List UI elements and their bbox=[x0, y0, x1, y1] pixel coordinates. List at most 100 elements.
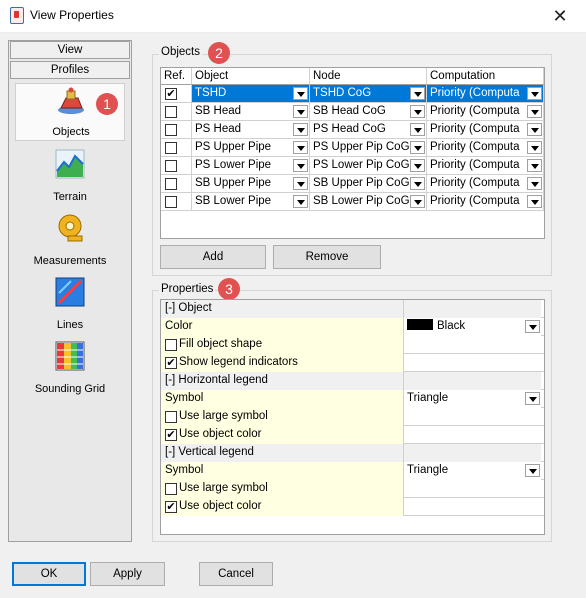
property-checkbox[interactable] bbox=[165, 339, 177, 351]
object-row[interactable]: SB Lower Pipe SB Lower Pip CoG Priority (C… bbox=[161, 193, 544, 211]
objects-group-legend: Objects bbox=[159, 46, 202, 58]
category-lines[interactable]: Lines bbox=[15, 275, 125, 333]
chevron-down-icon[interactable] bbox=[410, 177, 425, 190]
add-button[interactable]: Add bbox=[160, 245, 266, 269]
chevron-down-icon[interactable] bbox=[527, 141, 542, 154]
property-row[interactable]: Use large symbol bbox=[161, 408, 544, 426]
col-header-computation[interactable]: Computation bbox=[427, 68, 544, 85]
computation-cell[interactable]: Priority (Computa bbox=[427, 193, 544, 211]
object-cell[interactable]: SB Upper Pipe bbox=[192, 175, 310, 193]
ref-checkbox[interactable] bbox=[165, 196, 177, 208]
chevron-down-icon[interactable] bbox=[527, 177, 542, 190]
property-checkbox[interactable] bbox=[165, 483, 177, 495]
object-cell[interactable]: PS Lower Pipe bbox=[192, 157, 310, 175]
chevron-down-icon[interactable] bbox=[527, 123, 542, 136]
property-row[interactable]: ✔ Use object color bbox=[161, 426, 544, 444]
property-row[interactable]: Fill object shape bbox=[161, 336, 544, 354]
chevron-down-icon[interactable] bbox=[410, 141, 425, 154]
object-row[interactable]: ✔ TSHD TSHD CoG Priority (Computa bbox=[161, 85, 544, 103]
property-row[interactable]: Use large symbol bbox=[161, 480, 544, 498]
property-row[interactable]: Symbol Triangle bbox=[161, 390, 544, 408]
property-label: Fill object shape bbox=[179, 338, 263, 350]
ref-checkbox[interactable] bbox=[165, 178, 177, 190]
node-cell[interactable]: TSHD CoG bbox=[310, 85, 427, 103]
category-measurements-label: Measurements bbox=[33, 255, 107, 267]
computation-cell[interactable]: Priority (Computa bbox=[427, 121, 544, 139]
object-cell[interactable]: SB Lower Pipe bbox=[192, 193, 310, 211]
ref-checkbox[interactable] bbox=[165, 124, 177, 136]
chevron-down-icon[interactable] bbox=[293, 123, 308, 136]
object-row[interactable]: PS Upper Pipe PS Upper Pip CoG Priority (C… bbox=[161, 139, 544, 157]
chevron-down-icon[interactable] bbox=[410, 195, 425, 208]
chevron-down-icon[interactable] bbox=[410, 87, 425, 100]
chevron-down-icon[interactable] bbox=[293, 105, 308, 118]
property-value[interactable]: Black bbox=[404, 318, 541, 336]
computation-cell[interactable]: Priority (Computa bbox=[427, 103, 544, 121]
property-row: [-] Vertical legend bbox=[161, 444, 544, 462]
chevron-down-icon[interactable] bbox=[525, 464, 540, 477]
property-value[interactable]: Triangle bbox=[404, 462, 541, 480]
object-row[interactable]: SB Head SB Head CoG Priority (Computa bbox=[161, 103, 544, 121]
node-cell[interactable]: PS Head CoG bbox=[310, 121, 427, 139]
chevron-down-icon[interactable] bbox=[410, 159, 425, 172]
chevron-down-icon[interactable] bbox=[527, 195, 542, 208]
col-header-ref[interactable]: Ref. bbox=[161, 68, 192, 85]
chevron-down-icon[interactable] bbox=[293, 195, 308, 208]
chevron-down-icon[interactable] bbox=[293, 177, 308, 190]
object-row[interactable]: PS Head PS Head CoG Priority (Computa bbox=[161, 121, 544, 139]
node-cell[interactable]: PS Lower Pip CoG bbox=[310, 157, 427, 175]
tab-view[interactable]: View bbox=[10, 41, 130, 59]
col-header-node[interactable]: Node bbox=[310, 68, 427, 85]
property-row[interactable]: ✔ Show legend indicators bbox=[161, 354, 544, 372]
chevron-down-icon[interactable] bbox=[527, 105, 542, 118]
cancel-button[interactable]: Cancel bbox=[199, 562, 273, 586]
ok-button[interactable]: OK bbox=[12, 562, 86, 586]
apply-button[interactable]: Apply bbox=[90, 562, 165, 586]
chevron-down-icon[interactable] bbox=[293, 141, 308, 154]
node-cell[interactable]: PS Upper Pip CoG bbox=[310, 139, 427, 157]
category-sounding-grid[interactable]: Sounding Grid bbox=[15, 339, 125, 397]
property-checkbox[interactable]: ✔ bbox=[165, 429, 177, 441]
chevron-down-icon[interactable] bbox=[410, 105, 425, 118]
category-measurements[interactable]: Measurements bbox=[15, 211, 125, 269]
chevron-down-icon[interactable] bbox=[410, 123, 425, 136]
node-cell[interactable]: SB Lower Pip CoG bbox=[310, 193, 427, 211]
object-cell[interactable]: SB Head bbox=[192, 103, 310, 121]
property-checkbox[interactable] bbox=[165, 411, 177, 423]
property-row[interactable]: Symbol Triangle bbox=[161, 462, 544, 480]
remove-button[interactable]: Remove bbox=[273, 245, 381, 269]
chevron-down-icon[interactable] bbox=[527, 87, 542, 100]
tab-profiles[interactable]: Profiles bbox=[10, 61, 130, 79]
node-cell[interactable]: SB Head CoG bbox=[310, 103, 427, 121]
property-value[interactable]: Triangle bbox=[404, 390, 541, 408]
close-icon[interactable]: ✕ bbox=[545, 5, 575, 27]
chevron-down-icon[interactable] bbox=[525, 392, 540, 405]
property-checkbox-row: ✔ Use object color bbox=[161, 426, 404, 444]
chevron-down-icon[interactable] bbox=[293, 159, 308, 172]
object-cell[interactable]: PS Head bbox=[192, 121, 310, 139]
ref-checkbox[interactable] bbox=[165, 106, 177, 118]
category-terrain[interactable]: Terrain bbox=[15, 147, 125, 205]
property-checkbox[interactable]: ✔ bbox=[165, 501, 177, 513]
object-cell[interactable]: PS Upper Pipe bbox=[192, 139, 310, 157]
property-label: [-] Horizontal legend bbox=[165, 374, 268, 386]
property-row[interactable]: ✔ Use object color bbox=[161, 498, 544, 516]
object-row[interactable]: SB Upper Pipe SB Upper Pip CoG Priority (C… bbox=[161, 175, 544, 193]
computation-cell[interactable]: Priority (Computa bbox=[427, 175, 544, 193]
computation-cell[interactable]: Priority (Computa bbox=[427, 157, 544, 175]
ref-checkbox[interactable] bbox=[165, 160, 177, 172]
computation-cell[interactable]: Priority (Computa bbox=[427, 139, 544, 157]
chevron-down-icon[interactable] bbox=[527, 159, 542, 172]
chevron-down-icon[interactable] bbox=[293, 87, 308, 100]
object-cell[interactable]: TSHD bbox=[192, 85, 310, 103]
chevron-down-icon[interactable] bbox=[525, 320, 540, 333]
col-header-object[interactable]: Object bbox=[192, 68, 310, 85]
object-row[interactable]: PS Lower Pipe PS Lower Pip CoG Priority (C… bbox=[161, 157, 544, 175]
ref-checkbox[interactable] bbox=[165, 142, 177, 154]
property-checkbox[interactable]: ✔ bbox=[165, 357, 177, 369]
computation-cell[interactable]: Priority (Computa bbox=[427, 85, 544, 103]
node-cell[interactable]: SB Upper Pip CoG bbox=[310, 175, 427, 193]
properties-grid: [-] Object Color Black Fill object shape ✔ Sh… bbox=[160, 299, 545, 535]
property-row[interactable]: Color Black bbox=[161, 318, 544, 336]
ref-checkbox[interactable]: ✔ bbox=[165, 88, 177, 100]
